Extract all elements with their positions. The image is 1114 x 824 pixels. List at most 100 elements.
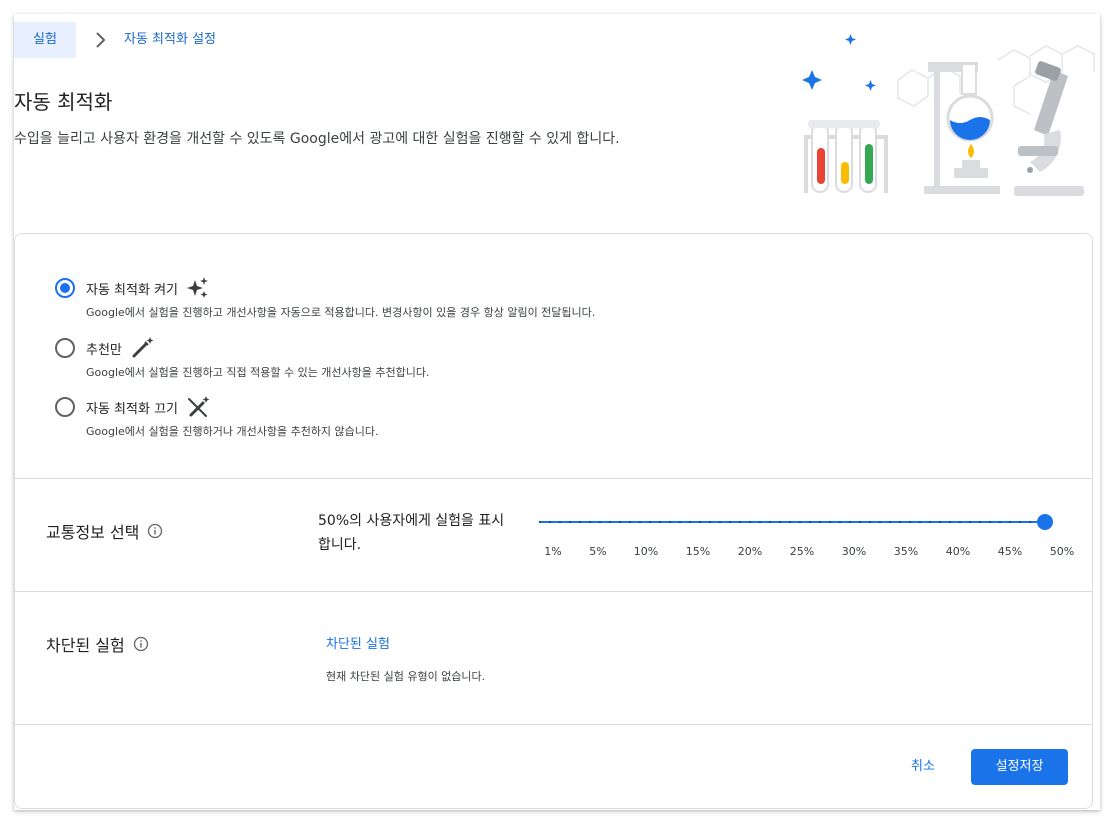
slider-tick-mark [579,521,581,523]
slider-tick-mark [929,521,931,523]
slider-tick-mark [649,521,651,523]
option-auto-on-label: 자동 최적화 켜기 [86,282,178,298]
slider-thumb[interactable] [1037,514,1053,530]
magic-wand-off-icon [188,396,210,417]
slider-tick-mark [909,521,911,523]
slider-tick-mark [999,521,1001,523]
slider-tick-mark [629,521,631,523]
blocked-experiments-section: 차단된 실험 차단된 실험 현재 차단된 실험 유형이 없습니다. [15,592,1092,725]
slider-tick-mark [739,521,741,523]
slider-tick-mark [949,521,951,523]
slider-tick-mark [789,521,791,523]
slider-tick-mark [659,521,661,523]
traffic-title: 교통정보 선택 [46,523,140,542]
slider-tick-mark [809,521,811,523]
slider-tick-mark [699,521,701,523]
breadcrumb-current: 자동 최적화 설정 [124,32,216,47]
slider-tick-mark [919,521,921,523]
radio-auto-off[interactable] [55,397,75,417]
slider-tick-mark [879,521,881,523]
slider-tick-mark [849,521,851,523]
blocked-experiments-link[interactable]: 차단된 실험 [326,633,390,652]
action-bar: 취소 설정저장 [15,725,1092,809]
settings-panel: 실험 자동 최적화 설정 자동 최적화 수입을 늘리고 사용자 환경을 개선할 … [14,14,1100,810]
slider-tick-mark [709,521,711,523]
slider-tick-mark [749,521,751,523]
slider-tick-label: 35% [893,545,919,558]
option-auto-off: 자동 최적화 끄기 Google에서 실험을 진행하거나 개선사항을 추천하지 … [55,395,755,439]
slider-tick-label: 15% [685,545,711,558]
slider-tick-mark [839,521,841,523]
slider-tick-mark [959,521,961,523]
slider-tick-mark [569,521,571,523]
laboratory-illustration [802,34,1095,196]
option-recommend-only: 추천만 Google에서 실험을 진행하고 직접 적용할 수 있는 개선사항을 … [55,336,755,380]
slider-tick-mark [679,521,681,523]
blocked-experiments-description: 현재 차단된 실험 유형이 없습니다. [326,670,486,683]
slider-tick-mark [819,521,821,523]
slider-tick-mark [829,521,831,523]
option-auto-on: 자동 최적화 켜기 Google에서 실험을 진행하고 개선사항을 자동으로 적… [55,276,755,320]
traffic-section: 교통정보 선택 50%의 사용자에게 실험을 표시합니다. 1% 5% 10% 15%… [15,479,1092,592]
slider-tick-mark [669,521,671,523]
info-icon[interactable] [147,523,163,539]
option-auto-off-label: 자동 최적화 끄기 [86,401,178,417]
slider-tick-mark [979,521,981,523]
slider-tick-label: 25% [789,545,815,558]
slider-tick-mark [989,521,991,523]
slider-tick-mark [799,521,801,523]
settings-card: 자동 최적화 켜기 Google에서 실험을 진행하고 개선사항을 자동으로 적… [14,233,1093,809]
traffic-summary: 50%의 사용자에게 실험을 표시합니다. [318,513,505,553]
optimization-options-section: 자동 최적화 켜기 Google에서 실험을 진행하고 개선사항을 자동으로 적… [15,234,1092,479]
slider-tick-mark [1029,521,1031,523]
slider-tick-mark [599,521,601,523]
slider-tick-mark [869,521,871,523]
slider-tick-label: 50% [1049,545,1075,558]
slider-tick-mark [1019,521,1021,523]
chevron-right-icon [96,32,106,48]
blocked-title: 차단된 실험 [46,636,125,655]
page-header: 실험 자동 최적화 설정 자동 최적화 수입을 늘리고 사용자 환경을 개선할 … [14,14,1100,236]
slider-tick-label: 30% [841,545,867,558]
slider-tick-mark [779,521,781,523]
slider-tick-mark [619,521,621,523]
radio-auto-on[interactable] [55,278,75,298]
traffic-slider[interactable]: 1% 5% 10% 15% 20% 25% 30% 35% 40% 45% 50% [537,509,1074,558]
page-description: 수입을 늘리고 사용자 환경을 개선할 수 있도록 Google에서 광고에 대… [14,131,620,147]
option-recommend-only-description: Google에서 실험을 진행하고 직접 적용할 수 있는 개선사항을 추천합니… [86,366,430,379]
slider-tick-mark [889,521,891,523]
breadcrumb-experiments-link[interactable]: 실험 [14,22,76,58]
slider-tick-mark [759,521,761,523]
slider-tick-mark [639,521,641,523]
slider-tick-mark [689,521,691,523]
option-auto-off-description: Google에서 실험을 진행하거나 개선사항을 추천하지 않습니다. [86,425,379,438]
slider-tick-mark [969,521,971,523]
cancel-button[interactable]: 취소 [897,749,949,785]
slider-tick-mark [539,521,541,523]
slider-tick-mark [549,521,551,523]
slider-tick-label: 5% [589,545,607,558]
slider-tick-mark [769,521,771,523]
magic-wand-icon [132,337,154,358]
slider-tick-mark [719,521,721,523]
slider-tick-mark [1009,521,1011,523]
info-icon[interactable] [133,636,149,652]
slider-tick-mark [589,521,591,523]
sparkle-icon [187,277,208,298]
slider-tick-mark [899,521,901,523]
page-title: 자동 최적화 [14,90,113,114]
slider-tick-label: 1% [544,545,562,558]
slider-tick-label: 20% [737,545,763,558]
slider-tick-mark [729,521,731,523]
radio-recommend-only[interactable] [55,338,75,358]
slider-tick-label: 45% [997,545,1023,558]
slider-tick-mark [559,521,561,523]
slider-tick-mark [609,521,611,523]
save-settings-button[interactable]: 설정저장 [971,749,1068,785]
slider-tick-mark [859,521,861,523]
slider-tick-label: 40% [945,545,971,558]
option-recommend-only-label: 추천만 [86,342,122,358]
slider-tick-mark [939,521,941,523]
traffic-title-row: 교통정보 선택 [46,519,163,543]
blocked-title-row: 차단된 실험 [46,632,149,656]
